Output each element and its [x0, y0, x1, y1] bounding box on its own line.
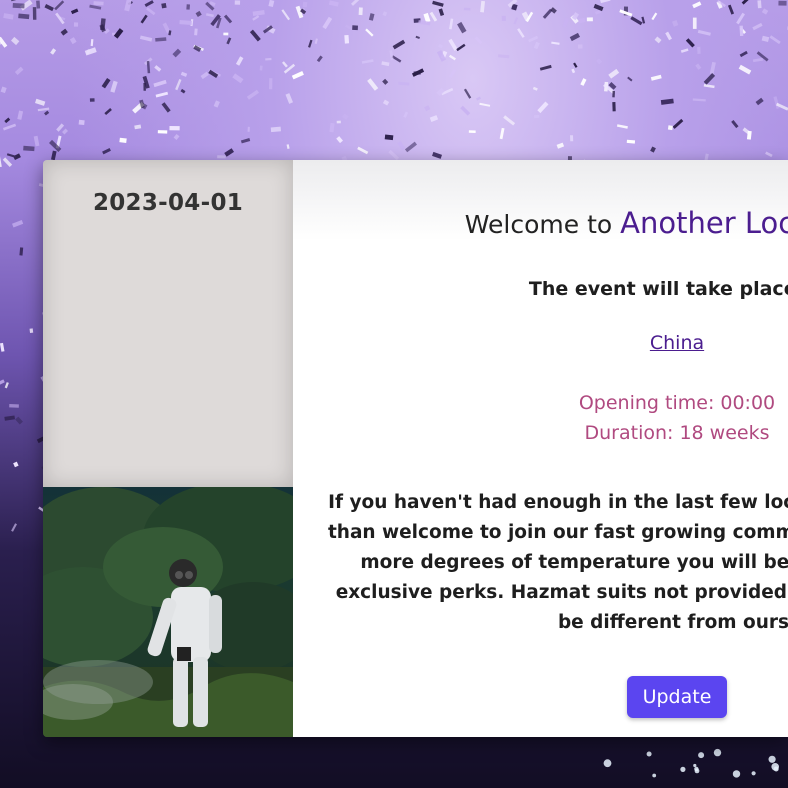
event-date: 2023-04-01 — [92, 190, 244, 216]
welcome-prefix: Welcome to — [464, 210, 621, 239]
update-button[interactable]: Update — [626, 676, 728, 718]
description-line: than welcome to join our fast growing co… — [327, 522, 788, 543]
event-place-text: The event will take place at — [528, 278, 788, 300]
hazmat-photo-illustration — [43, 487, 293, 737]
description-line: more degrees of temperature you will be … — [360, 552, 788, 573]
event-card: 2023-04-01 Welcome to Another Loc The ev… — [43, 160, 788, 737]
event-location-link[interactable]: China — [650, 332, 704, 354]
event-duration: Duration: 18 weeks — [584, 422, 770, 444]
event-photo-hazmat-person — [43, 487, 293, 737]
welcome-heading: Welcome to Another Lockdown — [293, 206, 788, 240]
description-line: exclusive perks. Hazmat suits not provid… — [335, 582, 788, 603]
event-name: Another Lockdown — [620, 206, 788, 240]
opening-time: Opening time: 00:00 — [578, 392, 776, 414]
event-times: Opening time: 00:00 Duration: 18 weeks — [293, 388, 788, 448]
event-details-panel: Welcome to Another Lockdown The event wi… — [293, 160, 788, 737]
description-line: be different from ours. — [557, 612, 788, 633]
date-panel: 2023-04-01 — [43, 160, 293, 487]
description-line: If you haven't had enough in the last fe… — [328, 492, 788, 513]
event-description: If you haven't had enough in the last fe… — [293, 488, 788, 638]
event-sidebar: 2023-04-01 — [43, 160, 293, 737]
